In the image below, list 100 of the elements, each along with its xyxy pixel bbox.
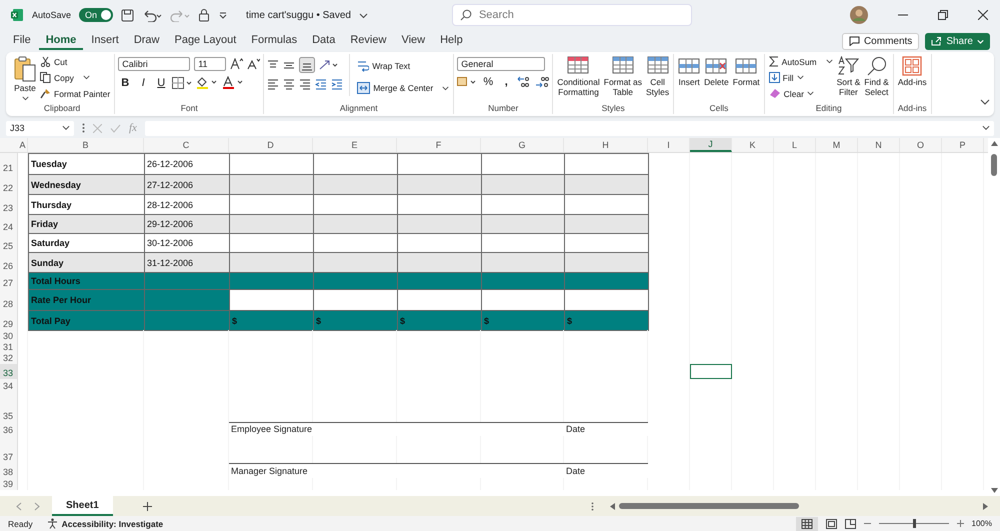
add-sheet-icon[interactable]: [142, 502, 152, 510]
search-field[interactable]: Search: [452, 4, 692, 26]
align-bottom-icon[interactable]: [299, 57, 316, 73]
increase-font-icon[interactable]: [230, 58, 244, 70]
save-icon[interactable]: [121, 8, 134, 22]
fill-button[interactable]: Fill: [768, 70, 834, 85]
decrease-indent-icon[interactable]: [315, 78, 328, 90]
formula-input[interactable]: [144, 120, 994, 136]
row-header[interactable]: 32: [0, 353, 18, 364]
decrease-decimal-icon[interactable]: [535, 76, 550, 88]
fill-color-icon[interactable]: [196, 76, 218, 89]
column-header[interactable]: L: [774, 138, 816, 152]
ribbon-tab[interactable]: Data: [305, 32, 342, 50]
comma-style-button[interactable]: ,: [499, 76, 514, 88]
more-icon[interactable]: [591, 502, 594, 510]
sheet-tab[interactable]: Sheet1: [52, 496, 113, 516]
paste-button[interactable]: Paste: [13, 54, 37, 103]
row-header[interactable]: 27: [0, 272, 18, 289]
page-break-icon[interactable]: [844, 518, 856, 528]
zoom-level[interactable]: 100%: [972, 519, 992, 528]
share-button[interactable]: Share: [925, 32, 990, 50]
accessibility-status[interactable]: Accessibility: Investigate: [62, 518, 164, 528]
row-header[interactable]: 23: [0, 194, 18, 214]
scroll-thumb[interactable]: [991, 154, 997, 176]
ribbon-tab[interactable]: View: [394, 32, 432, 50]
ribbon-tab[interactable]: File: [6, 32, 38, 50]
scroll-down-icon[interactable]: [990, 488, 998, 493]
scroll-thumb[interactable]: [619, 503, 799, 509]
column-header[interactable]: O: [900, 138, 942, 152]
zoom-in-icon[interactable]: [956, 520, 964, 527]
bold-button[interactable]: B: [118, 76, 132, 88]
percent-button[interactable]: %: [481, 76, 496, 88]
find-select-button[interactable]: Find & Select: [863, 54, 890, 100]
column-header[interactable]: A: [18, 138, 28, 152]
page-layout-icon[interactable]: [826, 518, 837, 528]
row-header[interactable]: 35: [0, 392, 18, 422]
italic-button[interactable]: I: [136, 76, 150, 88]
column-header[interactable]: J: [690, 138, 732, 152]
column-header[interactable]: H: [564, 138, 648, 152]
autosave-toggle[interactable]: On: [79, 8, 114, 22]
column-header[interactable]: F: [397, 138, 481, 152]
restore-icon[interactable]: [938, 10, 948, 20]
scroll-right-icon[interactable]: [983, 502, 988, 510]
increase-indent-icon[interactable]: [331, 78, 344, 90]
borders-icon[interactable]: [172, 76, 192, 88]
merge-center-button[interactable]: Merge & Center: [356, 80, 450, 96]
active-cell[interactable]: [690, 364, 732, 379]
row-header[interactable]: 34: [0, 379, 18, 392]
column-header[interactable]: G: [481, 138, 564, 152]
row-header[interactable]: 30: [0, 330, 18, 342]
orientation-icon[interactable]: [319, 59, 340, 71]
cells-button[interactable]: Delete: [703, 54, 730, 90]
format-painter-button[interactable]: Format Painter: [39, 86, 112, 101]
name-box[interactable]: J33: [6, 120, 74, 136]
ribbon-tab[interactable]: Review: [343, 32, 394, 50]
zoom-handle[interactable]: [912, 519, 916, 528]
row-header[interactable]: 31: [0, 342, 18, 353]
number-format-dropdown[interactable]: General: [457, 57, 546, 71]
row-header[interactable]: 25: [0, 233, 18, 252]
row-header[interactable]: 21: [0, 153, 18, 174]
undo-icon[interactable]: [142, 8, 162, 22]
underline-button[interactable]: U: [154, 76, 168, 88]
column-header[interactable]: P: [942, 138, 984, 152]
styles-button[interactable]: Cell Styles: [645, 54, 670, 100]
zoom-out-icon[interactable]: [864, 520, 871, 527]
row-header[interactable]: 22: [0, 174, 18, 194]
column-header[interactable]: N: [858, 138, 900, 152]
font-size-dropdown[interactable]: 11: [194, 57, 226, 71]
align-left-icon[interactable]: [267, 78, 280, 90]
row-header[interactable]: 38: [0, 463, 18, 478]
customize-caret-icon[interactable]: [218, 10, 228, 20]
clear-button[interactable]: Clear: [768, 86, 834, 101]
caret-icon[interactable]: [358, 10, 368, 20]
row-header[interactable]: 28: [0, 289, 18, 310]
row-header[interactable]: 26: [0, 252, 18, 272]
copy-button[interactable]: Copy: [39, 70, 112, 85]
document-title[interactable]: time cart'suggu • Saved: [246, 10, 351, 20]
column-header[interactable]: D: [229, 138, 313, 152]
more-icon[interactable]: [82, 123, 85, 133]
row-header[interactable]: 33: [0, 364, 18, 379]
ribbon-tab[interactable]: Help: [433, 32, 470, 50]
align-center-icon[interactable]: [283, 78, 296, 90]
column-header[interactable]: B: [28, 138, 144, 152]
column-header[interactable]: C: [144, 138, 229, 152]
column-header[interactable]: M: [816, 138, 858, 152]
font-color-icon[interactable]: [222, 76, 244, 89]
cells-button[interactable]: Format: [732, 54, 761, 90]
row-header[interactable]: 29: [0, 310, 18, 330]
align-right-icon[interactable]: [299, 78, 312, 90]
scroll-left-icon[interactable]: [610, 502, 615, 510]
decrease-font-icon[interactable]: [247, 58, 260, 70]
row-header[interactable]: 39: [0, 478, 18, 490]
scroll-up-icon[interactable]: [990, 141, 998, 146]
ribbon-tab[interactable]: Insert: [84, 32, 126, 50]
lock-icon[interactable]: [198, 8, 210, 22]
row-header[interactable]: 37: [0, 436, 18, 463]
ribbon-tab[interactable]: Draw: [126, 32, 166, 50]
column-header[interactable]: K: [732, 138, 774, 152]
increase-decimal-icon[interactable]: [517, 76, 532, 88]
styles-button[interactable]: Conditional Formatting: [556, 54, 601, 100]
